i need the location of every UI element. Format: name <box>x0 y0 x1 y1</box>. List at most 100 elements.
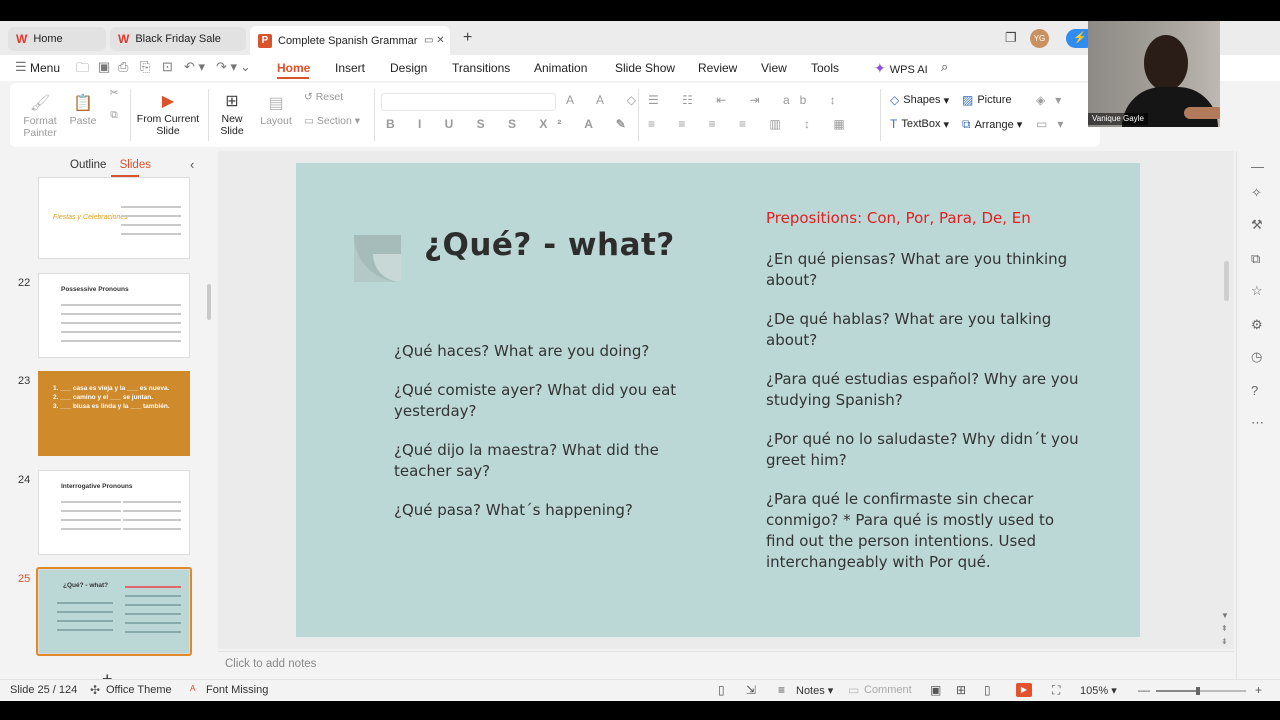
minimize-panel-icon[interactable]: — <box>1251 159 1264 174</box>
zoom-slider-fill <box>1156 690 1199 692</box>
menu-tab-review[interactable]: Review <box>698 61 737 75</box>
notes-toggle[interactable]: Notes ▾ <box>796 684 833 697</box>
zoom-out-icon[interactable]: — <box>1138 683 1150 697</box>
print-preview-icon[interactable]: ⊡ <box>162 59 173 75</box>
current-slide[interactable]: ¿Qué? - what? ¿Qué haces? What are you d… <box>296 163 1140 637</box>
zoom-in-icon[interactable]: + <box>1255 683 1262 697</box>
open-folder-icon[interactable]: 🗀 <box>76 59 89 81</box>
font-name-select[interactable] <box>381 93 556 111</box>
redo-icon[interactable]: ↷ ▾ <box>216 59 237 75</box>
history-icon[interactable]: ◷ <box>1251 349 1262 365</box>
paste-icon: 📋 <box>73 95 93 112</box>
more-options-icon[interactable]: ⋯ <box>1251 415 1264 431</box>
magic-tools-icon[interactable]: ✧ <box>1251 185 1262 201</box>
collapse-panel-icon[interactable]: ‹ <box>190 157 194 172</box>
slide-sorter-icon[interactable]: ▯ <box>718 683 725 697</box>
picture-icon: ▨ <box>962 93 974 107</box>
sliders-icon[interactable]: ⚙ <box>1251 317 1263 333</box>
reset-button[interactable]: ↺ Reset <box>304 91 344 103</box>
slide-thumbnail-24[interactable]: Interrogative Pronouns <box>38 470 190 555</box>
tab-home[interactable]: W Home <box>8 27 106 51</box>
reading-view-icon[interactable]: ▯ <box>984 683 991 697</box>
tab-window-icons[interactable]: ▭ ✕ <box>424 35 445 46</box>
wps-ai-button[interactable]: ✦ WPS AI <box>874 60 928 77</box>
fill-button[interactable]: ◈▾ <box>1036 93 1071 107</box>
outline-button[interactable]: ▭▾ <box>1036 117 1073 131</box>
comment-button[interactable]: Comment <box>864 684 912 696</box>
shapes-button[interactable]: ◇ Shapes ▾ <box>890 93 949 107</box>
window-restore-icon[interactable]: ❐ <box>1005 30 1017 46</box>
zoom-slider[interactable] <box>1156 687 1246 695</box>
print-icon[interactable]: ⎘ <box>140 59 150 75</box>
wrench-icon[interactable]: ⚒ <box>1251 217 1263 233</box>
zoom-level[interactable]: 105% ▾ <box>1080 684 1117 697</box>
export-icon[interactable]: ⎙ <box>118 59 128 75</box>
slide-thumbnail-22[interactable]: Possessive Pronouns <box>38 273 190 358</box>
scroll-down-arrow-icon[interactable]: ▼ <box>1221 611 1229 620</box>
text-format-buttons[interactable]: B I U S S X² A ✎ <box>386 117 636 131</box>
menu-tab-transitions[interactable]: Transitions <box>452 61 510 75</box>
new-slide-icon: ⊞ <box>225 93 239 110</box>
thumbnail-title: Interrogative Pronouns <box>61 483 133 490</box>
menu-tab-slide-show[interactable]: Slide Show <box>615 61 675 75</box>
paste-button[interactable]: 📋 Paste <box>66 93 100 127</box>
next-slide-icon[interactable]: ⇟ <box>1221 637 1228 646</box>
picture-button[interactable]: ▨ Picture <box>962 93 1012 107</box>
divider <box>880 89 881 141</box>
menu-tab-tools[interactable]: Tools <box>811 61 839 75</box>
tab-outline[interactable]: Outline <box>70 159 106 171</box>
menu-tab-insert[interactable]: Insert <box>335 61 365 75</box>
font-missing-button[interactable]: Font Missing <box>206 684 268 696</box>
font-size-buttons[interactable]: A A ◇ <box>566 93 646 107</box>
grid-view-icon[interactable]: ⊞ <box>956 683 966 697</box>
insert-slide-icon[interactable]: ⇲ <box>746 683 756 697</box>
tab-document[interactable]: P Complete Spanish Grammar C... ▭ ✕ <box>250 26 450 55</box>
menu-button[interactable]: Menu <box>30 61 60 75</box>
search-icon[interactable]: ⌕ <box>941 59 948 75</box>
tab-black-friday[interactable]: W Black Friday Sale <box>110 27 246 51</box>
save-icon[interactable]: ▣ <box>98 59 110 75</box>
undo-icon[interactable]: ↶ ▾ <box>184 59 205 75</box>
from-current-slide-button[interactable]: ▶ From Current Slide <box>136 91 200 137</box>
tab-label: Complete Spanish Grammar C... <box>278 34 418 47</box>
menu-tab-view[interactable]: View <box>761 61 787 75</box>
previous-slide-icon[interactable]: ⇞ <box>1221 624 1228 633</box>
menu-tab-animation[interactable]: Animation <box>534 61 587 75</box>
list-buttons[interactable]: ☰ ☷ ⇤ ⇥ ab ↕ <box>648 93 846 107</box>
user-avatar[interactable]: YG <box>1030 29 1049 48</box>
alignment-buttons[interactable]: ≡ ≡ ≡ ≡ ▥ ↕ ▦ <box>648 117 855 131</box>
new-slide-button[interactable]: ⊞ New Slide <box>214 91 250 137</box>
format-painter-button[interactable]: 🖌 Format Painter <box>22 93 58 139</box>
thumbnail-title: Possessive Pronouns <box>61 286 129 293</box>
textbox-label: TextBox <box>901 118 941 130</box>
slide-thumbnail-23[interactable]: 1. ___ casa es vieja y la ___ es nueva. … <box>38 371 190 456</box>
new-tab-plus-icon[interactable]: + <box>463 29 472 47</box>
tab-slides[interactable]: Slides <box>120 159 151 171</box>
help-icon[interactable]: ? <box>1251 383 1258 398</box>
zoom-slider-knob[interactable] <box>1196 687 1201 695</box>
copy-format-icon[interactable]: ⧉ <box>1251 251 1260 267</box>
arrange-button[interactable]: ⧉ Arrange ▾ <box>962 117 1022 132</box>
slide-thumbnail-21[interactable]: Fiestas y Celebraciones <box>38 177 190 259</box>
hamburger-icon[interactable]: ☰ <box>15 59 27 75</box>
menu-tab-home[interactable]: Home <box>277 61 310 75</box>
slide-title: ¿Qué? - what? <box>424 227 675 263</box>
normal-view-icon[interactable]: ▣ <box>930 683 941 697</box>
active-tab-indicator <box>277 77 309 79</box>
theme-name[interactable]: Office Theme <box>106 684 172 696</box>
menu-tab-design[interactable]: Design <box>390 61 427 75</box>
copy-icon[interactable]: ⧉ <box>106 109 122 122</box>
layout-button[interactable]: ▤ Layout <box>256 93 296 127</box>
more-chevron-icon[interactable]: ⌄ <box>240 59 251 75</box>
canvas-scrollbar[interactable] <box>1224 261 1229 301</box>
section-button[interactable]: ▭ Section ▾ <box>304 115 364 127</box>
star-icon[interactable]: ☆ <box>1251 283 1263 299</box>
fit-window-icon[interactable]: ⛶ <box>1052 683 1060 698</box>
comment-icon: ▭ <box>848 683 860 697</box>
textbox-button[interactable]: T TextBox ▾ <box>890 117 949 131</box>
layout-icon: ▤ <box>268 95 284 112</box>
panel-scrollbar[interactable] <box>207 284 211 320</box>
slideshow-play-icon[interactable]: ▶ <box>1016 683 1032 697</box>
cut-icon[interactable]: ✂ <box>106 87 122 99</box>
picture-label: Picture <box>977 94 1012 106</box>
